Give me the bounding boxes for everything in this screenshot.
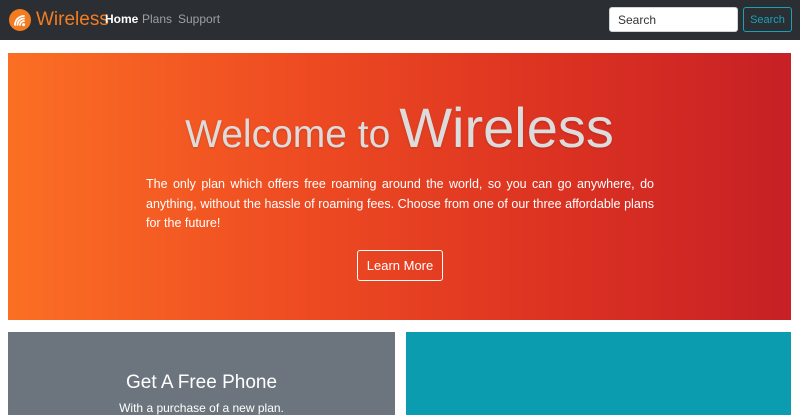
- top-navbar: Wireless Home Plans Support Search: [0, 0, 800, 40]
- nav-link-support[interactable]: Support: [178, 12, 220, 26]
- nav-link-plans[interactable]: Plans: [142, 12, 172, 26]
- card-title: Get A Free Phone: [125, 372, 278, 393]
- free-phone-card: Get A Free Phone With a purchase of a ne…: [8, 332, 395, 415]
- search-input[interactable]: [609, 7, 738, 32]
- nav-link-home[interactable]: Home: [105, 12, 138, 26]
- wifi-signal-icon: [9, 9, 31, 31]
- search-button[interactable]: Search: [743, 7, 792, 32]
- hero-title: Welcome to Wireless: [8, 100, 791, 164]
- hero-description: The only plan which offers free roaming …: [146, 177, 654, 230]
- hero-banner: Welcome to Wireless The only plan which …: [8, 53, 791, 320]
- hero-title-prefix: Welcome to: [185, 113, 391, 156]
- learn-more-button[interactable]: Learn More: [357, 250, 443, 281]
- brand-name: Wireless: [36, 9, 109, 30]
- teal-card: [406, 332, 791, 415]
- card-subtitle: With a purchase of a new plan.: [119, 401, 284, 415]
- brand-link[interactable]: Wireless: [9, 8, 109, 32]
- hero-title-main: Wireless: [399, 96, 614, 159]
